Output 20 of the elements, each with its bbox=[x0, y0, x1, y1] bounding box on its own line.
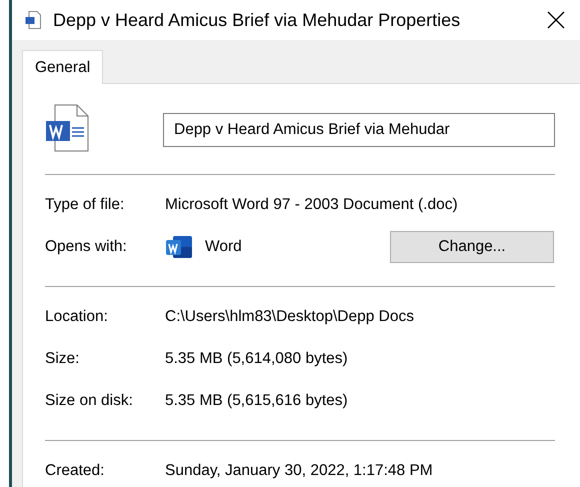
field-value: Microsoft Word 97 - 2003 Document (.doc) bbox=[165, 196, 458, 214]
field-value: C:\Users\hlm83\Desktop\Depp Docs bbox=[165, 308, 414, 326]
field-value: 5.35 MB (5,614,080 bytes) bbox=[165, 350, 348, 368]
close-icon bbox=[547, 11, 565, 29]
field-label: Opens with: bbox=[45, 238, 128, 256]
file-name-field[interactable]: Depp v Heard Amicus Brief via Mehudar bbox=[163, 113, 555, 147]
field-label: Size: bbox=[45, 350, 80, 368]
app-name: Word bbox=[205, 238, 243, 256]
field-value: Sunday, January 30, 2022, 1:17:48 PM bbox=[165, 462, 433, 480]
field-label: Size on disk: bbox=[45, 392, 134, 410]
field-label: Type of file: bbox=[45, 196, 126, 214]
document-icon bbox=[25, 11, 41, 29]
tab[interactable]: General bbox=[22, 50, 104, 84]
window-title: Depp v Heard Amicus Brief via Mehudar Properties bbox=[53, 10, 462, 30]
field-label: Location: bbox=[45, 308, 109, 326]
document-icon bbox=[45, 104, 91, 152]
field-value: 5.35 MB (5,615,616 bytes) bbox=[165, 392, 348, 410]
word-icon bbox=[165, 235, 193, 259]
change-button[interactable]: Change... bbox=[390, 231, 554, 263]
field-label: Created: bbox=[45, 462, 106, 480]
